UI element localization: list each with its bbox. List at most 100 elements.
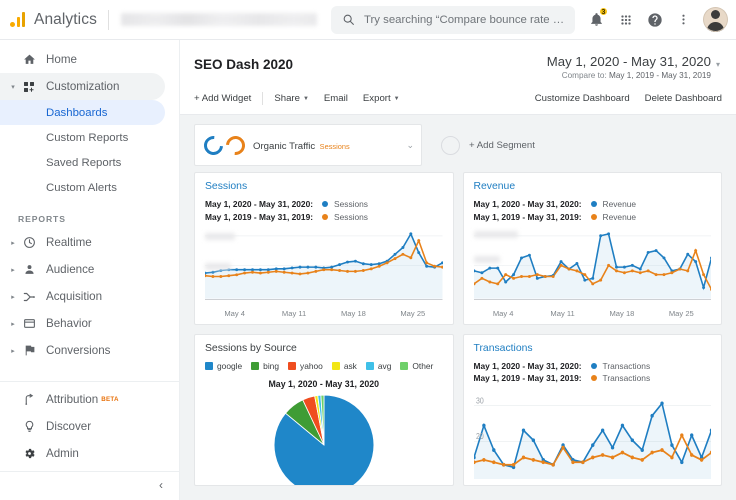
legend-range-current: May 1, 2020 - May 31, 2020: [474,361,582,371]
y-axis-label-redacted [205,263,231,270]
search-input-placeholder[interactable]: Try searching “Compare bounce rate … [364,14,564,26]
analytics-dashboard-page: Analytics Try searching “Compare bounce … [0,0,736,500]
xtick: May 4 [205,309,264,318]
notifications-bell-icon[interactable]: 3 [583,6,610,33]
legend-swatch-google-icon [205,362,213,370]
share-label: Share [274,93,300,104]
chevron-left-icon[interactable]: ‹ [159,478,163,492]
legend-item-avg[interactable]: avg [366,361,392,371]
chevron-down-icon[interactable]: ▾ [8,83,18,91]
legend-row-previous: May 1, 2019 - May 31, 2019: Sessions [205,212,443,222]
chevron-down-icon: ▼ [303,96,309,102]
xtick: May 25 [652,309,711,318]
date-range-picker[interactable]: May 1, 2020 - May 31, 2020 Compare to: M… [541,52,722,82]
chevron-right-icon[interactable]: ▸ [8,266,18,274]
sidebar-item-custom-reports[interactable]: Custom Reports [0,125,165,150]
sidebar-item-acquisition[interactable]: ▸ Acquisition [0,283,165,310]
sidebar-item-customization[interactable]: ▾ Customization [0,73,165,100]
account-selector-redacted[interactable] [121,13,317,26]
legend-item-yahoo[interactable]: yahoo [288,361,323,371]
search-icon [342,13,355,26]
legend-swatch-bing-icon [251,362,259,370]
sidebar-item-audience[interactable]: ▸ Audience [0,256,165,283]
chevron-right-icon[interactable]: ▸ [8,293,18,301]
chevron-down-icon[interactable]: ▾ [716,54,720,69]
legend-label-avg: avg [378,361,392,371]
compare-prefix-label: Compare to: [562,71,607,80]
sidebar-item-discover[interactable]: Discover [0,413,165,440]
sidebar-item-label-customization: Customization [40,80,119,93]
legend-swatch-avg-icon [366,362,374,370]
brand-divider [108,10,109,30]
legend-swatch-yahoo-icon [288,362,296,370]
customize-dashboard-button[interactable]: Customize Dashboard [535,93,630,104]
legend-dot-orange-icon [591,375,597,381]
sidebar-item-attribution[interactable]: Attribution BETA [0,386,165,413]
sidebar-item-custom-alerts[interactable]: Custom Alerts [0,175,165,200]
customization-grid-icon [18,81,40,93]
legend-item-other[interactable]: Other [400,361,433,371]
share-button[interactable]: Share ▼ [274,93,309,104]
user-avatar[interactable] [703,7,728,32]
legend-item-bing[interactable]: bing [251,361,279,371]
brand-name[interactable]: Analytics [34,11,108,29]
export-button[interactable]: Export ▼ [363,93,400,104]
widget-title-sessions-by-source[interactable]: Sessions by Source [205,343,443,354]
widget-title-transactions[interactable]: Transactions [474,343,712,354]
donut-blue-icon [200,132,227,159]
legend-range-previous: May 1, 2019 - May 31, 2019: [474,212,582,222]
legend-metric-current: Transactions [603,361,651,371]
chevron-down-icon[interactable]: ⌄ [406,140,414,151]
widget-transactions[interactable]: Transactions May 1, 2020 - May 31, 2020:… [463,334,723,487]
more-vertical-icon[interactable] [670,6,697,33]
chevron-right-icon[interactable]: ▸ [8,320,18,328]
acquisition-branch-icon [18,290,40,304]
chevron-right-icon[interactable]: ▸ [8,347,18,355]
sidebar-item-conversions[interactable]: ▸ Conversions [0,337,165,364]
chevron-right-icon[interactable]: ▸ [8,239,18,247]
sidebar-item-label-behavior: Behavior [40,317,92,330]
add-segment-button[interactable]: + Add Segment [430,124,722,166]
widget-revenue[interactable]: Revenue May 1, 2020 - May 31, 2020: Reve… [463,172,723,325]
sidebar-item-saved-reports[interactable]: Saved Reports [0,150,165,175]
analytics-logo-icon[interactable] [10,12,25,27]
sidebar-sub-label-dashboards: Dashboards [46,107,107,119]
pie-legend: google bing yahoo ask [205,361,443,371]
sidebar-item-realtime[interactable]: ▸ Realtime [0,229,165,256]
segment-bar: Organic Traffic Sessions ⌄ + Add Segment [180,115,736,172]
widget-title-sessions[interactable]: Sessions [205,181,443,192]
widget-sessions[interactable]: Sessions May 1, 2020 - May 31, 2020: Ses… [194,172,454,325]
segment-organic-traffic[interactable]: Organic Traffic Sessions ⌄ [194,124,422,166]
add-widget-button[interactable]: + Add Widget [194,93,251,104]
sidebar-item-label-realtime: Realtime [40,236,92,249]
sidebar-item-label-acquisition: Acquisition [40,290,102,303]
widget-sessions-by-source[interactable]: Sessions by Source google bing yahoo [194,334,454,487]
add-segment-circle-icon [441,136,460,155]
apps-grid-icon[interactable] [612,6,639,33]
sidebar-item-behavior[interactable]: ▸ Behavior [0,310,165,337]
search-bar[interactable]: Try searching “Compare bounce rate … [331,6,575,34]
person-icon [18,263,40,276]
top-bar: Analytics Try searching “Compare bounce … [0,0,736,40]
legend-row-previous: May 1, 2019 - May 31, 2019: Revenue [474,212,712,222]
sidebar-collapse-row: ‹ [0,471,179,498]
beta-badge: BETA [101,396,119,403]
legend-item-google[interactable]: google [205,361,242,371]
help-question-icon[interactable] [641,6,668,33]
sidebar-item-dashboards[interactable]: Dashboards [0,100,165,125]
behavior-window-icon [18,317,40,330]
email-button[interactable]: Email [324,93,348,104]
lightbulb-icon [18,420,40,433]
legend-item-ask[interactable]: ask [332,361,357,371]
delete-dashboard-button[interactable]: Delete Dashboard [645,93,722,104]
segment-donut-icons [204,136,245,155]
sidebar-item-admin[interactable]: Admin [0,440,165,467]
legend-range-current: May 1, 2020 - May 31, 2020: [205,199,313,209]
legend-label-google: google [217,361,242,371]
sidebar-item-home[interactable]: Home [0,46,165,73]
date-range-compare: Compare to: May 1, 2019 - May 31, 2019 [547,71,711,80]
widget-title-revenue[interactable]: Revenue [474,181,712,192]
sidebar-bottom-group: Attribution BETA Discover [0,375,179,500]
sidebar-section-reports: REPORTS [0,200,179,229]
sidebar-item-label-conversions: Conversions [40,344,110,357]
